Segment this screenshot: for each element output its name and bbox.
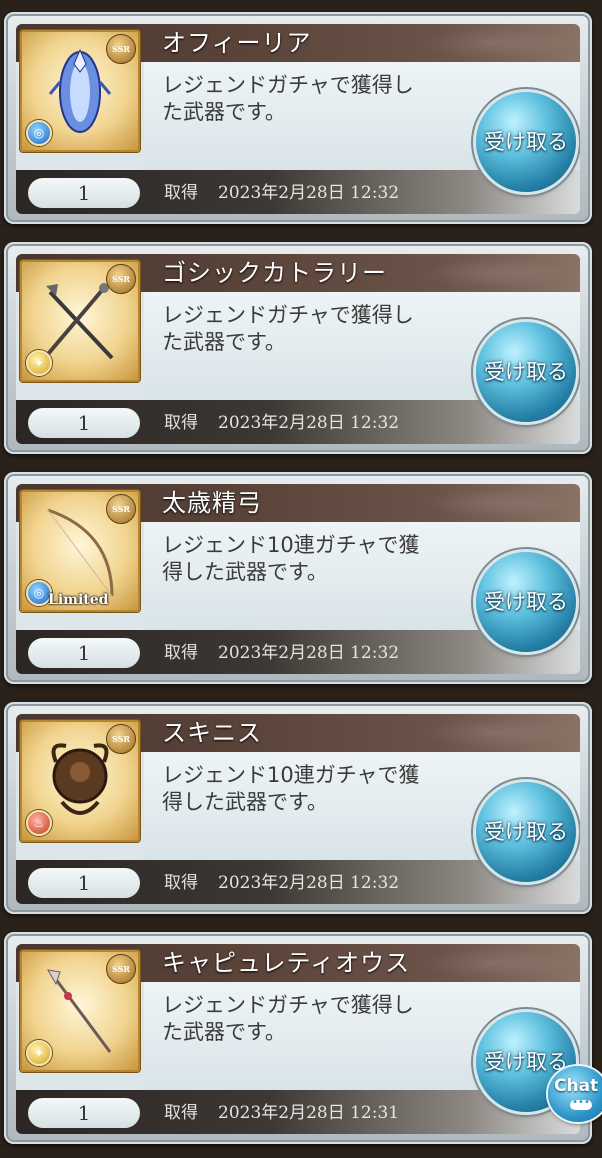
title-ornament xyxy=(420,28,570,58)
acquired-label: 取得 xyxy=(164,1103,198,1123)
weapon-image xyxy=(47,969,112,1053)
acquired-label: 取得 xyxy=(164,873,198,893)
weapon-thumbnail[interactable]: SSR ♨ xyxy=(20,720,140,842)
weapon-image xyxy=(46,283,114,360)
gift-card: スキニス レジェンド10連ガチャで獲 得した武器です。 SSR ♨ 1 取得 2 xyxy=(4,702,592,914)
ssr-rarity-badge: SSR xyxy=(106,954,136,984)
ssr-rarity-badge: SSR xyxy=(106,724,136,754)
limited-label: Limited xyxy=(48,592,109,608)
item-description: レジェンドガチャで獲得し た武器です。 xyxy=(162,992,462,1046)
acquired-date: 2023年2月28日 12:32 xyxy=(218,873,400,893)
gift-card: オフィーリア レジェンドガチャで獲得し た武器です。 SSR ◎ 1 取得 20 xyxy=(4,12,592,224)
title-ornament xyxy=(420,258,570,288)
item-title: スキニス xyxy=(162,719,262,747)
item-title: オフィーリア xyxy=(162,29,312,57)
water-element-icon: ◎ xyxy=(26,120,52,146)
gift-card-body: キャピュレティオウス レジェンドガチャで獲得し た武器です。 SSR ✦ 1 取… xyxy=(16,944,580,1134)
gift-card: ゴシックカトラリー レジェンドガチャで獲得し た武器です。 SSR ✦ 1 取得 xyxy=(4,242,592,454)
title-ornament xyxy=(420,718,570,748)
chat-label: Chat xyxy=(554,1076,599,1096)
gift-card: 太歳精弓 レジェンド10連ガチャで獲 得した武器です。 SSR ◎ Limite… xyxy=(4,472,592,684)
title-ornament xyxy=(420,488,570,518)
gift-card-body: オフィーリア レジェンドガチャで獲得し た武器です。 SSR ◎ 1 取得 20 xyxy=(16,24,580,214)
receive-button[interactable]: 受け取る xyxy=(476,552,576,652)
gift-card: キャピュレティオウス レジェンドガチャで獲得し た武器です。 SSR ✦ 1 取… xyxy=(4,932,592,1144)
weapon-thumbnail[interactable]: SSR ◎ xyxy=(20,30,140,152)
description-line: レジェンド10連ガチャで獲 xyxy=(162,533,420,557)
weapon-thumbnail[interactable]: SSR ✦ xyxy=(20,260,140,382)
acquired-date: 2023年2月28日 12:31 xyxy=(218,1103,400,1123)
weapon-thumbnail[interactable]: SSR ◎ Limited xyxy=(20,490,140,612)
weapon-image xyxy=(48,48,112,133)
acquired-label: 取得 xyxy=(164,643,198,663)
item-title: ゴシックカトラリー xyxy=(162,259,387,287)
description-line: 得した武器です。 xyxy=(162,560,328,584)
ssr-rarity-badge: SSR xyxy=(106,494,136,524)
description-line: た武器です。 xyxy=(162,1020,286,1044)
fire-element-icon: ♨ xyxy=(26,810,52,836)
acquired-date: 2023年2月28日 12:32 xyxy=(218,643,400,663)
quantity-badge: 1 xyxy=(28,638,140,668)
description-line: た武器です。 xyxy=(162,100,286,124)
item-description: レジェンドガチャで獲得し た武器です。 xyxy=(162,72,462,126)
gift-card-body: 太歳精弓 レジェンド10連ガチャで獲 得した武器です。 SSR ◎ Limite… xyxy=(16,484,580,674)
acquired-date: 2023年2月28日 12:32 xyxy=(218,183,400,203)
receive-button[interactable]: 受け取る xyxy=(476,782,576,882)
chat-bubble-icon: ••• xyxy=(570,1098,592,1110)
description-line: レジェンドガチャで獲得し xyxy=(162,303,414,327)
description-line: レジェンド10連ガチャで獲 xyxy=(162,763,420,787)
title-ornament xyxy=(420,948,570,978)
chat-button[interactable]: Chat ••• xyxy=(548,1066,602,1122)
ssr-rarity-badge: SSR xyxy=(106,264,136,294)
description-line: 得した武器です。 xyxy=(162,790,328,814)
description-line: レジェンドガチャで獲得し xyxy=(162,993,414,1017)
weapon-thumbnail[interactable]: SSR ✦ xyxy=(20,950,140,1072)
item-description: レジェンド10連ガチャで獲 得した武器です。 xyxy=(162,762,462,816)
receive-button[interactable]: 受け取る xyxy=(476,322,576,422)
acquired-label: 取得 xyxy=(164,413,198,433)
quantity-badge: 1 xyxy=(28,178,140,208)
gift-card-body: ゴシックカトラリー レジェンドガチャで獲得し た武器です。 SSR ✦ 1 取得 xyxy=(16,254,580,444)
light-element-icon: ✦ xyxy=(26,350,52,376)
acquired-date: 2023年2月28日 12:32 xyxy=(218,413,400,433)
item-title: 太歳精弓 xyxy=(162,489,262,517)
light-element-icon: ✦ xyxy=(26,1040,52,1066)
quantity-badge: 1 xyxy=(28,408,140,438)
item-title: キャピュレティオウス xyxy=(162,949,411,977)
item-description: レジェンドガチャで獲得し た武器です。 xyxy=(162,302,462,356)
gift-card-body: スキニス レジェンド10連ガチャで獲 得した武器です。 SSR ♨ 1 取得 2 xyxy=(16,714,580,904)
receive-button[interactable]: 受け取る xyxy=(476,92,576,192)
quantity-badge: 1 xyxy=(28,1098,140,1128)
weapon-image xyxy=(47,508,114,597)
quantity-badge: 1 xyxy=(28,868,140,898)
ssr-rarity-badge: SSR xyxy=(106,34,136,64)
description-line: レジェンドガチャで獲得し xyxy=(162,73,414,97)
gift-list: オフィーリア レジェンドガチャで獲得し た武器です。 SSR ◎ 1 取得 20 xyxy=(0,0,602,1158)
weapon-image xyxy=(51,743,109,815)
description-line: た武器です。 xyxy=(162,330,286,354)
item-description: レジェンド10連ガチャで獲 得した武器です。 xyxy=(162,532,462,586)
acquired-label: 取得 xyxy=(164,183,198,203)
